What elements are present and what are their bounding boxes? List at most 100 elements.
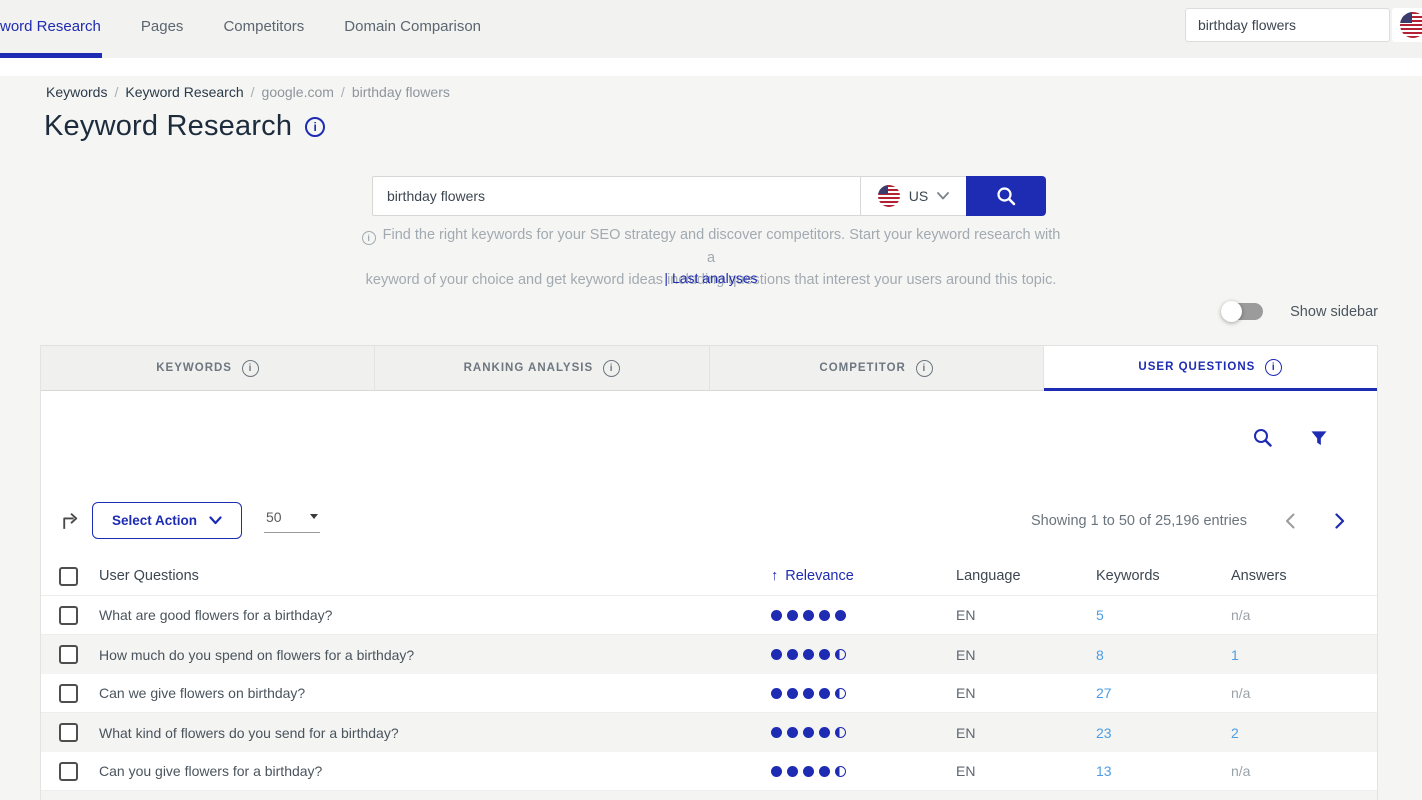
keyword-search-button[interactable] — [966, 176, 1046, 216]
breadcrumb-separator: / — [251, 84, 255, 100]
col-keywords[interactable]: Keywords — [1096, 568, 1231, 584]
keyword-research-page: word Research Pages Competitors Domain C… — [0, 0, 1422, 800]
relevance-dot — [835, 688, 846, 699]
table-header-row: User Questions ↑ Relevance Language Keyw… — [41, 557, 1377, 596]
question-text: What are good flowers for a birthday? — [99, 607, 771, 623]
select-action-button[interactable]: Select Action — [92, 502, 242, 539]
row-checkbox[interactable] — [59, 684, 78, 703]
tab-user-questions[interactable]: USER QUESTIONS i — [1044, 346, 1377, 391]
keywords-cell: 23 — [1096, 725, 1231, 741]
breadcrumb-keyword-research[interactable]: Keyword Research — [125, 84, 243, 100]
description-line1: Find the right keywords for your SEO str… — [383, 227, 1061, 266]
keyword-search-bar: US — [372, 176, 1046, 216]
table-tools — [1252, 427, 1329, 448]
row-checkbox[interactable] — [59, 645, 78, 664]
entries-summary: Showing 1 to 50 of 25,196 entries — [1031, 513, 1247, 529]
col-relevance[interactable]: ↑ Relevance — [771, 568, 956, 584]
info-icon[interactable]: i — [242, 360, 259, 377]
breadcrumb-keywords[interactable]: Keywords — [46, 84, 107, 100]
relevance-dot — [771, 610, 782, 621]
page-size-select[interactable]: 50 — [264, 509, 320, 533]
relevance-dot — [787, 610, 798, 621]
relevance-dots — [771, 766, 956, 777]
relevance-dot — [835, 727, 846, 738]
col-user-questions[interactable]: User Questions — [99, 568, 771, 584]
sort-arrow-icon: ↑ — [771, 568, 778, 584]
relevance-dot — [787, 727, 798, 738]
show-sidebar-label: Show sidebar — [1290, 304, 1378, 320]
nav-item-domain-comparison[interactable]: Domain Comparison — [344, 18, 481, 35]
title-row: Keyword Research i — [44, 110, 325, 143]
tab-label: COMPETITOR — [819, 362, 905, 374]
row-checkbox-cell — [41, 606, 99, 625]
relevance-dots — [771, 727, 956, 738]
filter-icon[interactable] — [1309, 428, 1329, 448]
keywords-cell: 5 — [1096, 607, 1231, 623]
question-text: Can you give flowers for a birthday? — [99, 763, 771, 779]
keywords-count-link[interactable]: 13 — [1096, 763, 1231, 779]
prev-page-button[interactable] — [1285, 513, 1295, 529]
relevance-dots — [771, 610, 956, 621]
breadcrumb: Keywords / Keyword Research / google.com… — [46, 84, 450, 100]
table-row: What kind of flowers do you send for a b… — [41, 713, 1377, 752]
keyword-search-input[interactable] — [372, 176, 860, 216]
keywords-count-link[interactable]: 27 — [1096, 685, 1231, 701]
row-checkbox[interactable] — [59, 723, 78, 742]
global-search-input[interactable] — [1185, 8, 1390, 42]
top-nav-items: word Research Pages Competitors Domain C… — [0, 0, 481, 52]
relevance-dots — [771, 649, 956, 660]
next-page-button[interactable] — [1335, 513, 1345, 529]
nav-item-competitors[interactable]: Competitors — [223, 18, 304, 35]
answers-cell: n/a — [1231, 763, 1377, 779]
nav-item-pages[interactable]: Pages — [141, 18, 184, 35]
relevance-dot — [835, 649, 846, 660]
relevance-dot — [819, 727, 830, 738]
tab-ranking-analysis[interactable]: RANKING ANALYSIS i — [375, 346, 709, 391]
breadcrumb-separator: / — [341, 84, 345, 100]
tab-keywords[interactable]: KEYWORDS i — [41, 346, 375, 391]
answers-count-link[interactable]: 2 — [1231, 725, 1377, 741]
keywords-count-link[interactable]: 23 — [1096, 725, 1231, 741]
col-language[interactable]: Language — [956, 568, 1096, 584]
country-select[interactable]: US — [860, 176, 966, 216]
table-row: Can we give flowers on birthday?EN27n/a — [41, 674, 1377, 713]
answers-cell: n/a — [1231, 607, 1377, 623]
top-nav: word Research Pages Competitors Domain C… — [0, 0, 1422, 58]
select-all-checkbox[interactable] — [59, 567, 78, 586]
info-icon: i — [362, 231, 376, 245]
answers-na: n/a — [1231, 685, 1377, 701]
relevance-dot — [787, 766, 798, 777]
keywords-count-link[interactable]: 8 — [1096, 647, 1231, 663]
relevance-dot — [819, 766, 830, 777]
show-sidebar-toggle[interactable] — [1223, 303, 1263, 320]
info-icon[interactable]: i — [1265, 359, 1282, 376]
keywords-cell: 8 — [1096, 647, 1231, 663]
last-analyses-link[interactable]: | Last analyses — [0, 270, 1422, 286]
tab-competitor[interactable]: COMPETITOR i — [710, 346, 1044, 391]
breadcrumb-domain[interactable]: google.com — [262, 84, 334, 100]
tab-label: KEYWORDS — [156, 362, 232, 374]
nav-item-keyword-research[interactable]: word Research — [0, 18, 101, 35]
col-answers[interactable]: Answers — [1231, 568, 1377, 584]
table-search-icon[interactable] — [1252, 427, 1273, 448]
row-checkbox[interactable] — [59, 606, 78, 625]
select-action-label: Select Action — [112, 513, 197, 528]
row-checkbox[interactable] — [59, 762, 78, 781]
breadcrumb-separator: / — [114, 84, 118, 100]
info-icon[interactable]: i — [603, 360, 620, 377]
answers-cell: 2 — [1231, 725, 1377, 741]
chevron-down-icon — [209, 516, 222, 525]
row-checkbox-cell — [41, 723, 99, 742]
sidebar-toggle-row: Show sidebar — [1223, 303, 1378, 320]
answers-count-link[interactable]: 1 — [1231, 647, 1377, 663]
tab-label: USER QUESTIONS — [1138, 361, 1255, 373]
relevance-dot — [803, 610, 814, 621]
info-icon[interactable]: i — [916, 360, 933, 377]
table-row: How much do you spend on flowers for a b… — [41, 635, 1377, 674]
title-info-icon[interactable]: i — [305, 117, 325, 137]
relevance-dot — [819, 649, 830, 660]
keywords-count-link[interactable]: 5 — [1096, 607, 1231, 623]
export-icon[interactable] — [59, 509, 82, 532]
global-search-country[interactable] — [1392, 8, 1422, 42]
us-flag-icon — [878, 185, 900, 207]
